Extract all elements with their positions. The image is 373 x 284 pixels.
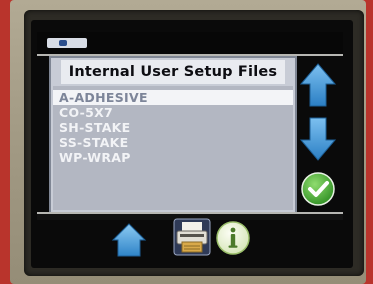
home-button[interactable] [111, 222, 147, 258]
printer-icon [173, 218, 211, 256]
home-icon [111, 223, 147, 257]
print-button[interactable] [173, 218, 211, 256]
panel-title: Internal User Setup Files [61, 60, 285, 84]
info-button[interactable] [215, 220, 251, 256]
arrow-down-icon [299, 117, 337, 161]
file-item-wp-wrap[interactable]: WP-WRAP [53, 150, 293, 165]
side-button-column [297, 56, 339, 210]
checkmark-icon [301, 172, 335, 206]
scroll-up-button[interactable] [299, 62, 337, 108]
battery-level-indicator [59, 40, 67, 46]
file-item-a-adhesive[interactable]: A-ADHESIVE [53, 90, 293, 105]
file-item-ss-stake[interactable]: SS-STAKE [53, 135, 293, 150]
file-list: A-ADHESIVE CO-5X7 SH-STAKE SS-STAKE WP-W… [53, 86, 293, 210]
setup-files-panel: Internal User Setup Files A-ADHESIVE CO-… [49, 56, 297, 214]
file-item-sh-stake[interactable]: SH-STAKE [53, 120, 293, 135]
scroll-down-button[interactable] [299, 116, 337, 162]
battery-icon [47, 38, 87, 48]
file-item-co-5x7[interactable]: CO-5X7 [53, 105, 293, 120]
confirm-button[interactable] [301, 172, 335, 206]
arrow-up-icon [299, 63, 337, 107]
touch-screen: Internal User Setup Files A-ADHESIVE CO-… [31, 20, 353, 268]
info-icon [216, 221, 250, 255]
status-bar [37, 32, 343, 56]
